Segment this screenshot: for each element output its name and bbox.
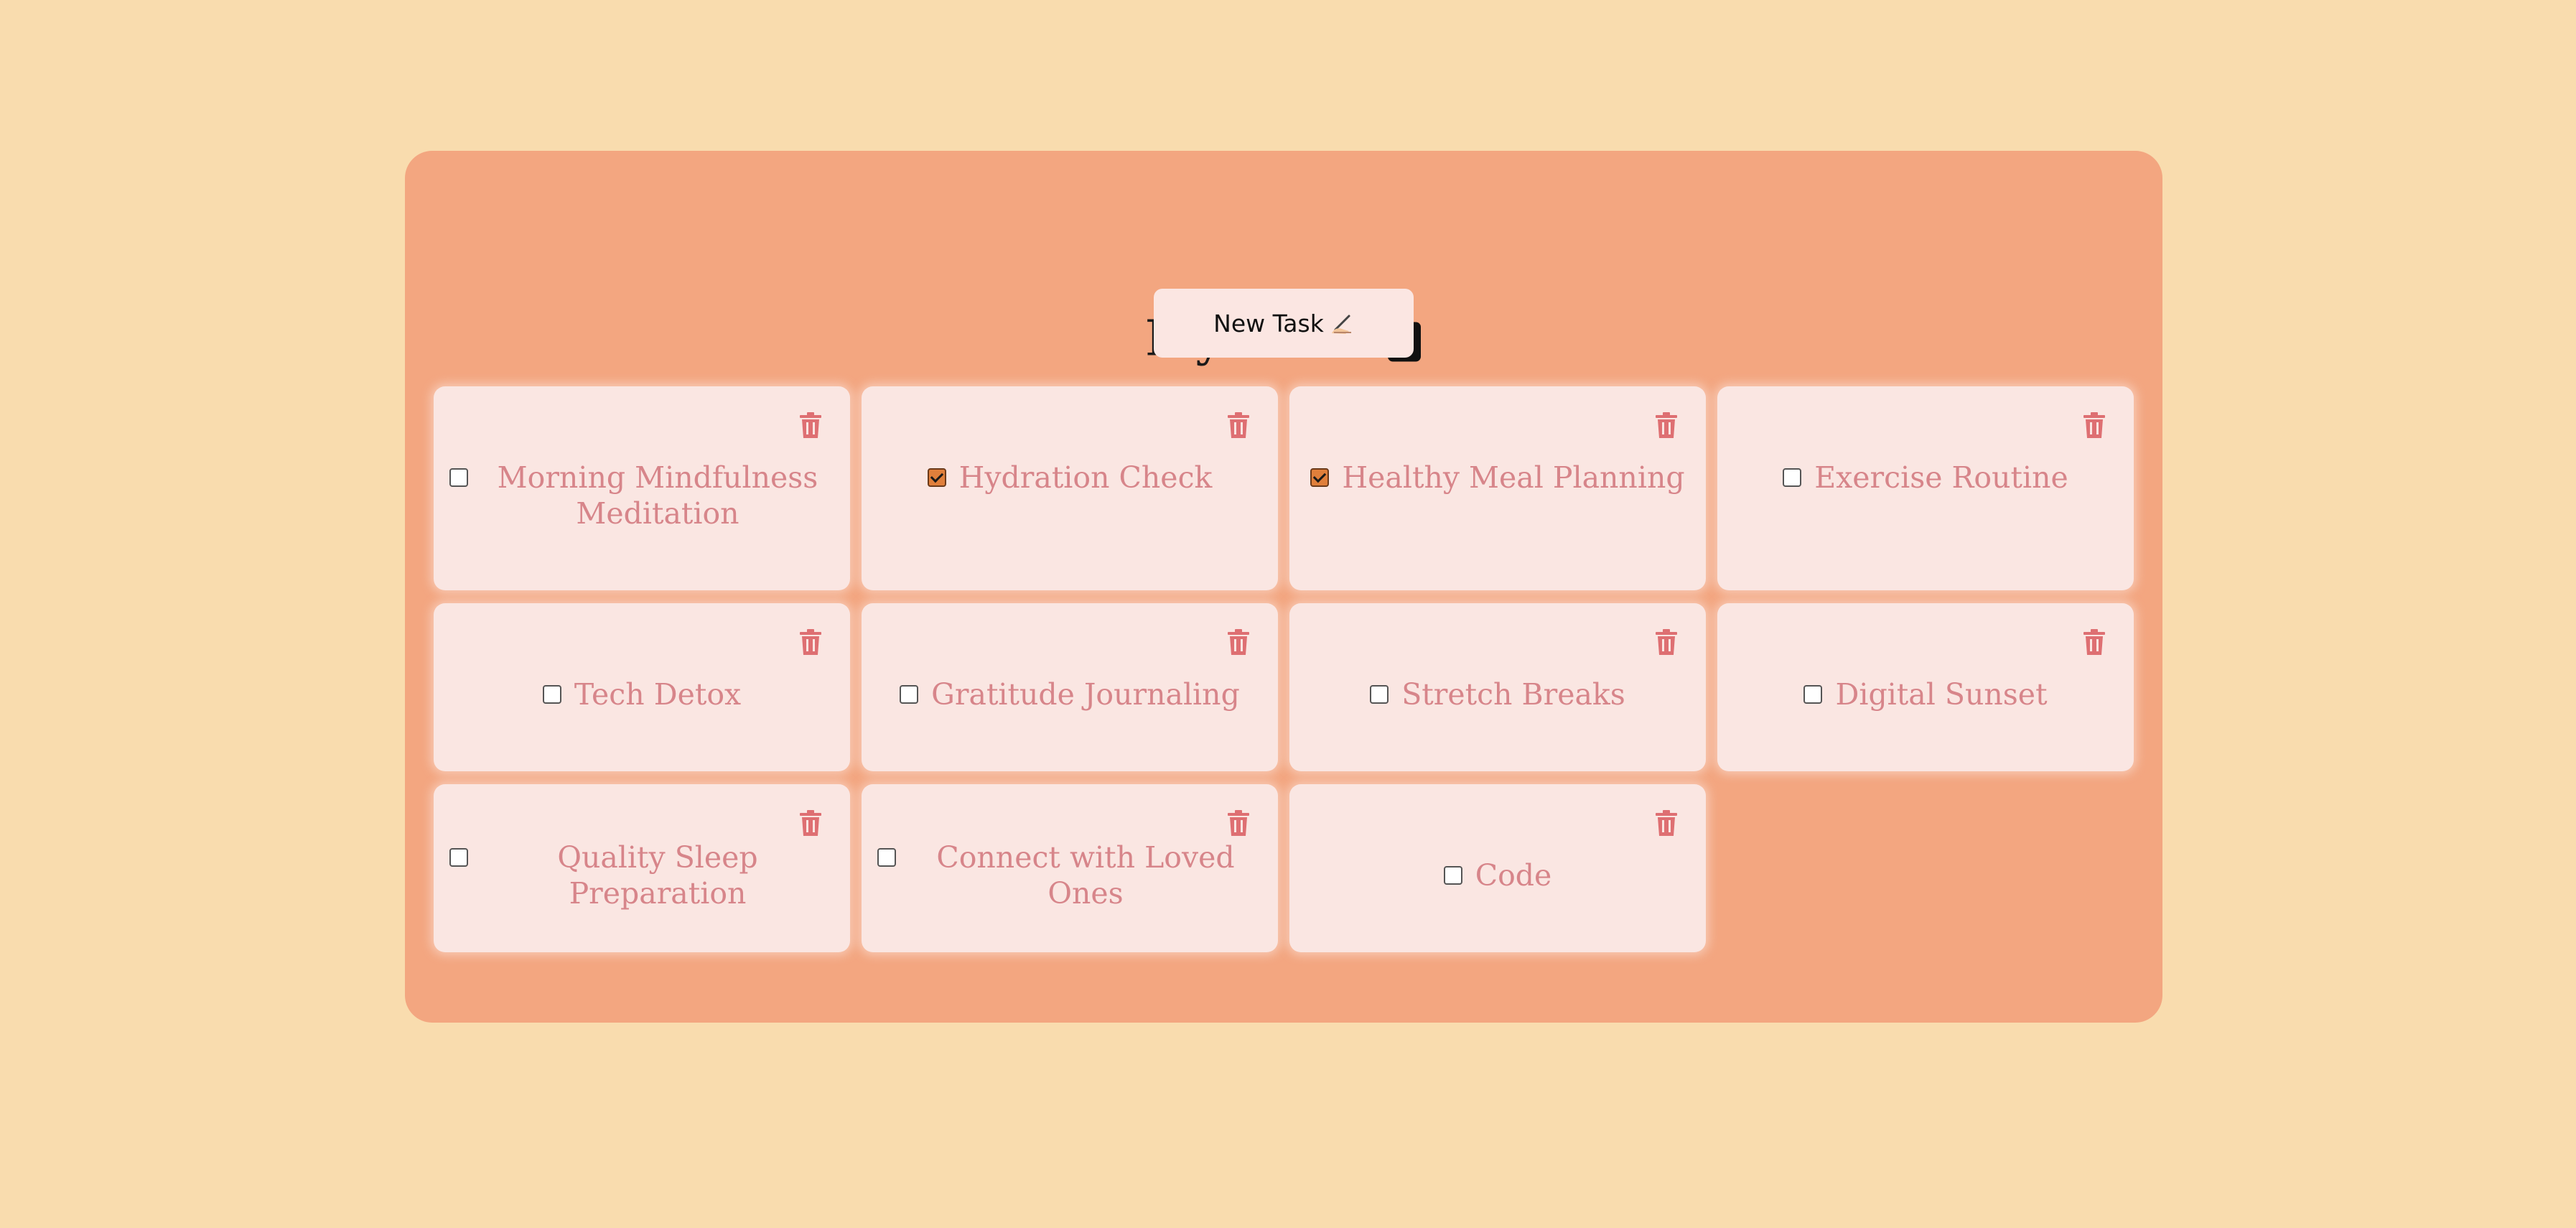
trash-icon[interactable] [1656,629,1677,655]
new-task-label: New Task [1213,309,1324,338]
task-item: Digital Sunset [1803,676,2048,712]
task-label: Tech Detox [574,677,742,712]
task-card: Tech Detox [434,603,850,771]
task-item: Hydration Check [927,460,1213,496]
new-task-button[interactable]: New Task [1154,289,1414,358]
task-label: Connect with Loved Ones [936,840,1235,911]
task-card: Morning Mindfulness Meditation [434,386,850,590]
task-card: Quality Sleep Preparation [434,784,850,952]
task-item: Gratitude Journaling [900,676,1240,712]
task-label: Quality Sleep Preparation [557,840,758,911]
task-card: Exercise Routine [1717,386,2134,590]
trash-icon[interactable] [800,810,821,836]
tasks-panel: My tasks New Task [405,151,2162,1023]
trash-icon[interactable] [1228,629,1249,655]
task-item: Code [1443,857,1552,893]
task-card: Healthy Meal Planning [1289,386,1706,590]
task-item: Tech Detox [542,676,742,712]
task-label: Hydration Check [958,460,1213,495]
task-label: Digital Sunset [1835,677,2048,712]
task-grid: Morning Mindfulness Meditation Hydration… [434,386,2134,952]
task-checkbox[interactable] [1370,685,1389,704]
task-item: Morning Mindfulness Meditation [449,460,834,531]
task-label: Gratitude Journaling [931,677,1240,712]
task-checkbox[interactable] [542,685,561,704]
task-card: Digital Sunset [1717,603,2134,771]
task-label: Morning Mindfulness Meditation [497,460,818,531]
task-item: Quality Sleep Preparation [449,839,834,911]
task-checkbox[interactable] [449,848,468,867]
task-item: Exercise Routine [1783,460,2068,496]
task-checkbox[interactable] [449,468,468,487]
writing-hand-icon [1330,311,1354,335]
task-label: Healthy Meal Planning [1342,460,1685,495]
trash-icon[interactable] [2083,629,2105,655]
task-card: Hydration Check [862,386,1278,590]
task-item: Healthy Meal Planning [1310,460,1685,496]
task-label: Code [1475,858,1552,893]
task-checkbox[interactable] [1310,468,1330,487]
task-checkbox[interactable] [1443,866,1462,885]
trash-icon[interactable] [1656,412,1677,438]
task-checkbox[interactable] [1783,468,1802,487]
task-checkbox[interactable] [1803,685,1823,704]
trash-icon[interactable] [1228,810,1249,836]
trash-icon[interactable] [2083,412,2105,438]
task-item: Stretch Breaks [1370,676,1625,712]
task-card: Connect with Loved Ones [862,784,1278,952]
task-label: Stretch Breaks [1401,677,1625,712]
task-checkbox[interactable] [900,685,919,704]
trash-icon[interactable] [1656,810,1677,836]
task-card: Gratitude Journaling [862,603,1278,771]
trash-icon[interactable] [800,412,821,438]
trash-icon[interactable] [1228,412,1249,438]
task-card: Code [1289,784,1706,952]
task-checkbox[interactable] [877,848,896,867]
task-item: Connect with Loved Ones [877,839,1262,911]
task-card: Stretch Breaks [1289,603,1706,771]
trash-icon[interactable] [800,629,821,655]
task-label: Exercise Routine [1814,460,2068,495]
task-checkbox[interactable] [927,468,946,487]
